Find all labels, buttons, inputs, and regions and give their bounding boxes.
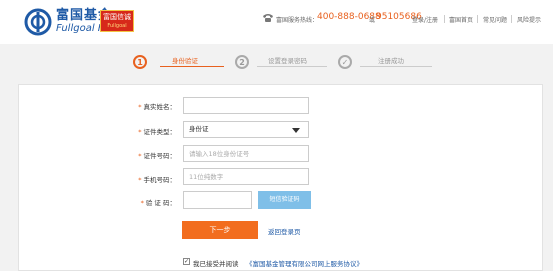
step-1-line <box>160 66 224 67</box>
step-2-label: 设置登录密码 <box>268 57 307 65</box>
id-number-label: * 证件号码： <box>138 152 177 160</box>
step-2-line <box>257 66 327 67</box>
or-text: 或 <box>369 17 376 24</box>
nav-risk-link[interactable]: 风险提示 <box>517 15 541 24</box>
badge-line1: 富国信诚 <box>103 13 131 21</box>
chevron-down-icon[interactable] <box>292 128 300 133</box>
verification-code-label: * 验 证 码： <box>140 199 176 207</box>
step-3-line <box>360 66 432 67</box>
real-name-input[interactable] <box>183 97 309 114</box>
name-label: * 真实姓名： <box>138 103 177 111</box>
back-to-login-link[interactable]: 返回登录页 <box>268 226 301 236</box>
phone-number-input[interactable] <box>183 168 309 185</box>
next-step-button[interactable]: 下一步 <box>182 221 258 239</box>
header-divider <box>444 15 445 23</box>
hotline-label: 富国服务热线： <box>276 17 319 24</box>
service-agreement-link[interactable]: 《富国基金管理有限公司网上服务协议》 <box>246 258 363 268</box>
id-number-input[interactable] <box>183 145 309 162</box>
fullgoal-badge: 富国信诚 Fullgoal <box>100 10 134 32</box>
id-type-label: * 证件类型： <box>138 128 177 136</box>
login-register-link[interactable]: 登录/注册 <box>412 15 438 24</box>
step-3-label: 注册成功 <box>378 57 404 65</box>
step-2-circle: 2 <box>235 55 249 69</box>
step-1-circle: 1 <box>133 55 147 69</box>
step-3-check-icon: ✓ <box>338 55 352 69</box>
name-label-text: 真实姓名： <box>143 103 177 111</box>
header-divider <box>477 15 478 23</box>
header-divider <box>511 15 512 23</box>
verification-code-label-text: 验 证 码： <box>145 199 176 207</box>
fullgoal-logo-icon[interactable] <box>24 8 52 36</box>
step-1-label: 身份验证 <box>172 57 198 65</box>
agreement-checkbox[interactable]: ✓ <box>183 258 190 265</box>
phone-icon <box>263 14 273 22</box>
id-type-label-text: 证件类型： <box>143 128 177 136</box>
nav-faq-link[interactable]: 常见问题 <box>483 15 507 24</box>
id-number-label-text: 证件号码： <box>143 152 177 160</box>
verification-code-input[interactable] <box>183 191 252 209</box>
nav-home-link[interactable]: 富国首页 <box>449 15 473 24</box>
phone-label-text: 手机号码： <box>143 176 177 184</box>
phone-label: * 手机号码： <box>138 176 177 184</box>
get-sms-code-button[interactable]: 短信验证码 <box>258 191 311 209</box>
badge-line2: Fullgoal <box>107 23 127 29</box>
id-type-selected-value: 身份证 <box>189 125 209 133</box>
top-header: 富国基金 Fullgoal Fund 富国信诚 Fullgoal 富国服务热线：… <box>0 0 553 44</box>
id-type-select[interactable]: 身份证 <box>183 121 309 138</box>
agreement-text: 我已接受并阅读 <box>193 260 239 268</box>
